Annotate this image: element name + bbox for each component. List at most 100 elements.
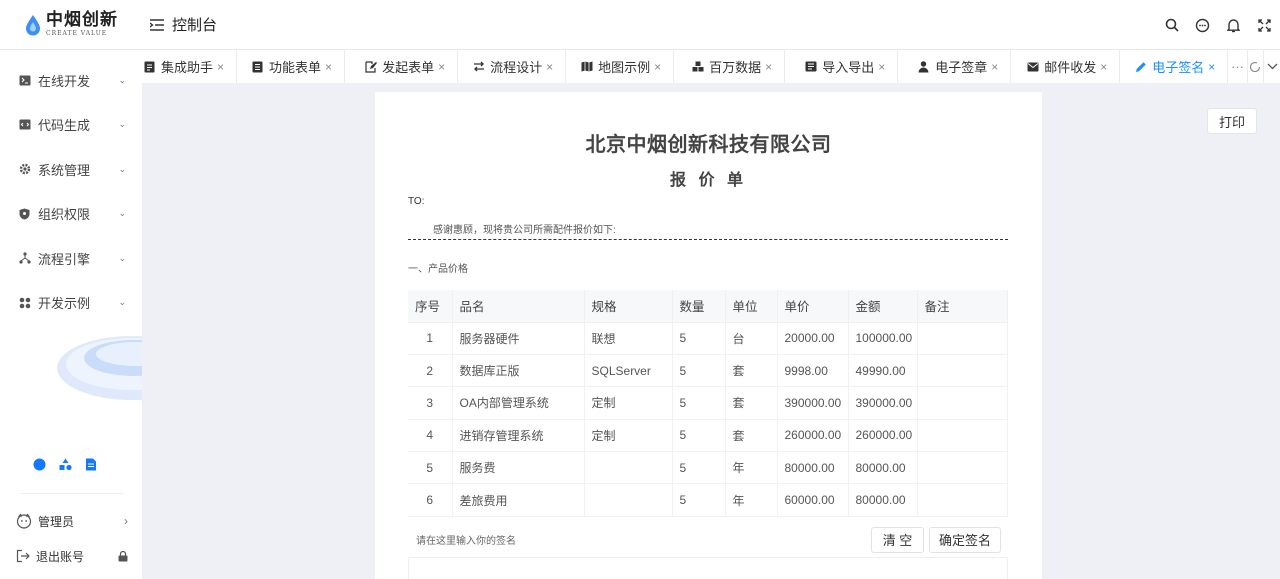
sidebar-item-system[interactable]: 系统管理 ⌄: [0, 147, 142, 192]
brand-logo[interactable]: 中烟创新 CREATE VALUE: [0, 0, 142, 50]
tab-label: 流程设计: [490, 60, 543, 75]
search-icon[interactable]: [1156, 0, 1187, 50]
dashed-divider: [408, 239, 1008, 240]
table-cell: [917, 354, 1008, 388]
column-header: 序号: [408, 290, 453, 323]
tab-e-signature[interactable]: 电子签名 ×: [1120, 50, 1229, 83]
bell-icon[interactable]: [1218, 0, 1249, 50]
intro-text: 感谢惠顾，现将贵公司所需配件报价如下:: [433, 225, 616, 236]
decorative-illustration: [57, 336, 142, 400]
flow-icon: [18, 252, 31, 265]
theme-icon[interactable]: [33, 458, 46, 471]
table-cell: SQLServer: [584, 354, 673, 388]
table-cell: 5: [672, 322, 726, 355]
tab-million-data[interactable]: 百万数据 ×: [674, 50, 786, 83]
avatar: [16, 513, 32, 529]
table-cell: [917, 322, 1008, 355]
edit-icon: [365, 60, 378, 73]
close-icon[interactable]: ×: [1100, 60, 1107, 74]
table-cell: 260000.00: [777, 419, 849, 453]
table-cell: 进销存管理系统: [452, 419, 585, 453]
table-cell: 套: [725, 354, 778, 388]
table-cell: 1: [408, 322, 453, 355]
signature-canvas[interactable]: [408, 559, 1008, 579]
column-header: 金额: [848, 290, 918, 323]
doc-icon: [144, 61, 156, 73]
menu-fold-icon[interactable]: [150, 18, 164, 31]
close-icon[interactable]: ×: [654, 60, 661, 74]
table-row: 6 差旅费用 5 年 60000.00 80000.00: [408, 483, 1008, 517]
print-button[interactable]: 打印: [1207, 108, 1257, 134]
column-header: 单位: [725, 290, 778, 323]
chevron-down-icon[interactable]: [1264, 50, 1280, 83]
tab-map-example[interactable]: 地图示例 ×: [566, 50, 675, 83]
sidebar-item-codegen[interactable]: 代码生成 ⌄: [0, 103, 142, 148]
table-cell: 80000.00: [848, 483, 918, 517]
column-header: 数量: [672, 290, 726, 323]
table-cell: 年: [725, 483, 778, 517]
close-icon[interactable]: ×: [546, 60, 553, 74]
chevron-down-icon: ⌄: [118, 119, 126, 130]
menu-toggle[interactable]: 控制台: [150, 14, 217, 35]
tab-label: 发起表单: [382, 60, 435, 75]
sidebar-item-online-dev[interactable]: 在线开发 ⌄: [0, 58, 142, 103]
tab-mail[interactable]: 邮件收发 ×: [1011, 50, 1121, 83]
close-icon[interactable]: ×: [991, 60, 998, 74]
tab-import-export[interactable]: 导入导出 ×: [785, 50, 899, 83]
table-cell: [917, 386, 1008, 420]
logo-drop-icon: [26, 14, 40, 35]
tab-more-button[interactable]: ···: [1228, 50, 1248, 83]
sidebar-item-label: 组织权限: [38, 207, 91, 223]
table-cell: [584, 451, 673, 485]
top-header: 中烟创新 CREATE VALUE 控制台: [0, 0, 1280, 50]
table-cell: 服务器硬件: [452, 322, 585, 355]
page-title: 控制台: [172, 17, 218, 34]
table-cell: 5: [672, 386, 726, 420]
sidebar-divider: [20, 493, 123, 494]
to-label: TO:: [408, 196, 425, 207]
brand-slogan: CREATE VALUE: [46, 30, 108, 37]
document-title: 报 价 单: [670, 172, 747, 189]
close-icon[interactable]: ×: [217, 60, 224, 74]
table-cell: [917, 451, 1008, 485]
close-icon[interactable]: ×: [878, 60, 885, 74]
close-icon[interactable]: ×: [325, 60, 332, 74]
sidebar-tools: [33, 458, 98, 471]
doc-icon[interactable]: [85, 458, 98, 471]
tab-e-seal[interactable]: 电子签章 ×: [898, 50, 1012, 83]
fullscreen-icon[interactable]: [1249, 0, 1280, 50]
sidebar-item-examples[interactable]: 开发示例 ⌄: [0, 281, 142, 326]
sidebar-user[interactable]: 管理员 ›: [16, 511, 128, 531]
logout-icon: [16, 549, 30, 563]
table-cell: 套: [725, 386, 778, 420]
message-icon[interactable]: [1187, 0, 1218, 50]
close-icon[interactable]: ×: [765, 60, 772, 74]
logout-item[interactable]: 退出账号: [16, 546, 128, 566]
table-cell: OA内部管理系统: [452, 386, 585, 420]
table-row: 5 服务费 5 年 80000.00 80000.00: [408, 451, 1008, 485]
table-cell: 5: [672, 483, 726, 517]
sidebar-item-workflow[interactable]: 流程引擎 ⌄: [0, 236, 142, 281]
tab-function-form[interactable]: 功能表单 ×: [237, 50, 346, 83]
tab-label: 集成助手: [161, 60, 214, 75]
table-cell: 60000.00: [777, 483, 849, 517]
table-cell: 390000.00: [848, 386, 918, 420]
tab-label: 百万数据: [709, 60, 762, 75]
tab-start-form[interactable]: 发起表单 ×: [345, 50, 459, 83]
close-icon[interactable]: ×: [1208, 60, 1215, 74]
sidebar-item-permissions[interactable]: 组织权限 ⌄: [0, 192, 142, 237]
chevron-down-icon: ⌄: [118, 252, 126, 263]
tab-integration[interactable]: 集成助手 ×: [142, 50, 238, 83]
confirm-signature-button[interactable]: 确定签名: [929, 526, 1001, 553]
close-icon[interactable]: ×: [438, 60, 445, 74]
company-name: 北京中烟创新科技有限公司: [585, 134, 832, 156]
table-cell: 390000.00: [777, 386, 849, 420]
tab-flow-design[interactable]: 流程设计 ×: [458, 50, 567, 83]
swap-icon: [473, 61, 485, 73]
apps-icon[interactable]: [59, 458, 72, 471]
user-icon: [918, 60, 930, 73]
refresh-icon[interactable]: [1248, 50, 1265, 83]
table-cell: 5: [672, 451, 726, 485]
signature-placeholder[interactable]: 请在这里输入你的签名: [408, 532, 871, 547]
clear-button[interactable]: 清 空: [871, 526, 924, 553]
